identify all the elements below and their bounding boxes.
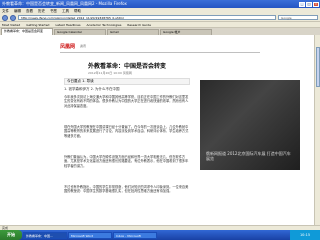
bookmark-item[interactable]: Research Guide [127, 23, 151, 27]
article-paragraph: 现在外国大学的教授在中国讲课已经十分普遍了。在今年的一次座谈会上，几位外教就中国… [64, 125, 189, 138]
menu-item-help[interactable]: 帮助 [74, 9, 81, 14]
article-paragraph: 外教们普遍认为，中国大学在硬件设施方面已经和世界一流大学相差无几，但在软件方面，… [64, 155, 189, 168]
address-bar[interactable]: http://news.ifeng.com/opinion/detail_201… [18, 15, 276, 20]
article-meta: 2012年11月20日 10:00 凤凰网 [88, 71, 132, 75]
bookmark-item[interactable]: Getting Started [26, 23, 49, 27]
system-clock: 10:15 [290, 230, 320, 240]
menu-item-tools[interactable]: 工具 [62, 9, 69, 14]
menu-item-bookmarks[interactable]: 书签 [50, 9, 57, 14]
menu-item-history[interactable]: 历史 [38, 9, 45, 14]
article-panel: 外教看革命：中国是否会转变 2012年11月20日 10:00 凤凰网 今日要点… [60, 54, 194, 225]
window-title: 外教看革命：中国是否会转变_新闻_凤凰网_凤凰网2 - Mozilla Fire… [2, 1, 127, 6]
bookmark-item[interactable]: Most Visited [2, 23, 20, 27]
taskbar-item-word[interactable]: Microsoft Word [68, 231, 112, 239]
vertical-scrollbar[interactable] [314, 35, 320, 225]
article-outline[interactable]: 1. 钱学森和伊万 2. 为什么不在中国 [64, 87, 120, 92]
forward-button[interactable] [10, 14, 16, 21]
window-titlebar: 外教看革命：中国是否会转变_新闻_凤凰网_凤凰网2 - Mozilla Fire… [0, 0, 320, 8]
maximize-button[interactable]: □ [306, 1, 312, 7]
menu-item-file[interactable]: 文件 [2, 9, 9, 14]
bookmark-item[interactable]: Latest Headlines [55, 23, 80, 27]
search-input[interactable]: Google [278, 15, 318, 20]
tab-article[interactable]: 外教看革命：中国是否会转变 [1, 28, 53, 35]
menu-item-edit[interactable]: 编辑 [14, 9, 21, 14]
back-button[interactable] [2, 14, 8, 21]
taskbar-item-firefox[interactable]: 外教看革命：中国... [23, 231, 67, 239]
site-section: 资讯 [80, 44, 87, 48]
close-button[interactable]: × [313, 1, 319, 7]
navigation-toolbar: http://news.ifeng.com/opinion/detail_201… [0, 14, 320, 22]
taskbar: 开始 外教看革命：中国... Microsoft Word Inbox - Mi… [0, 230, 320, 240]
menu-item-view[interactable]: 查看 [26, 9, 33, 14]
article-paragraph: 今年我多次到访上海交通大学和中国其他高等学府，目前正在中国工作的外教们对这里发生… [64, 95, 189, 108]
article-summary-box: 今日要点 1. 导读 [64, 78, 190, 85]
bookmark-item[interactable]: Academic Technologies [87, 23, 122, 27]
article-paragraph: 不过也有外教指出，中国的学生非常勤奋，他们对知识的渴求令人印象深刻。一位来自美国… [64, 185, 189, 194]
page-viewport: 凤凰网 资讯 外教看革命：中国是否会转变 2012年11月20日 10:00 凤… [0, 35, 314, 225]
sidebar-caption[interactable]: 俄新网报道 2012北京国际汽车展 打造中国汽车展览 [206, 151, 294, 161]
taskbar-item-outlook[interactable]: Inbox - Microsoft [113, 231, 157, 239]
tab-strip: 外教看革命：中国是否会转变 Google Calendar Gmail Goog… [0, 28, 320, 35]
article-title: 外教看革命：中国是否会转变 [87, 63, 166, 70]
start-button[interactable]: 开始 [0, 230, 22, 240]
scrollbar-thumb[interactable] [316, 47, 320, 87]
minimize-button[interactable]: _ [299, 1, 305, 7]
header-divider [60, 52, 260, 53]
